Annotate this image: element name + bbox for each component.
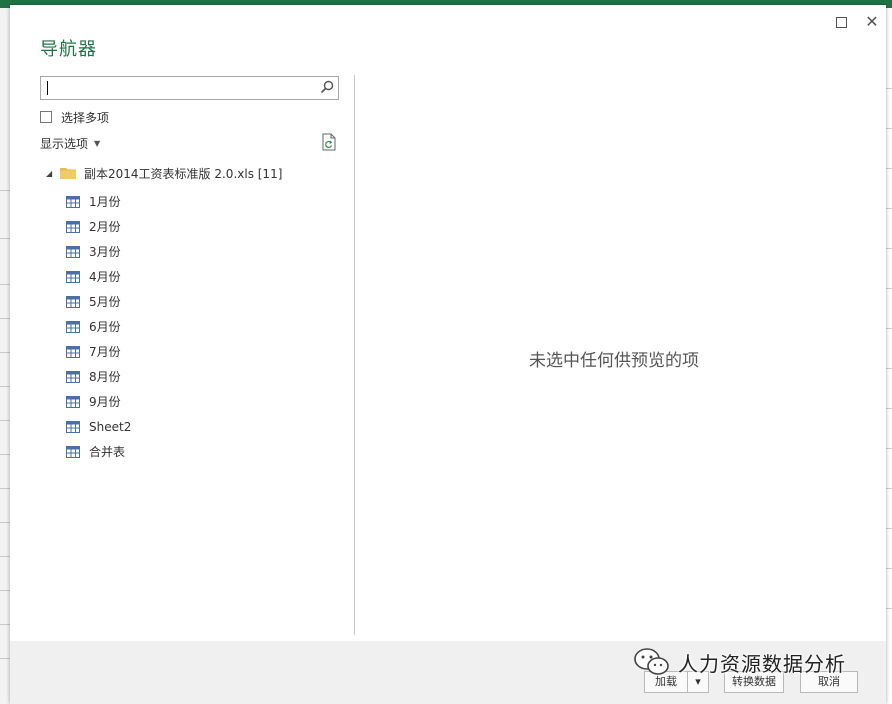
tree-item-label: 8月份 — [89, 370, 121, 384]
table-icon — [66, 445, 80, 458]
navigator-dialog: ✕ 导航器 选择多项 显示选项 ▼ ◢ 副本2014工资表标准版 2.0.xls… — [10, 5, 886, 704]
table-icon — [66, 320, 80, 333]
tree-item[interactable]: 6月份 — [66, 314, 131, 339]
text-cursor — [47, 81, 48, 95]
tree-item-label: 合并表 — [89, 445, 126, 459]
tree-item[interactable]: 1月份 — [66, 189, 131, 214]
tree-item-label: 9月份 — [89, 395, 121, 409]
tree-item[interactable]: Sheet2 — [66, 414, 131, 439]
tree-root-label: 副本2014工资表标准版 2.0.xls [11] — [84, 166, 283, 181]
preview-empty-message: 未选中任何供预览的项 — [529, 351, 699, 371]
maximize-icon — [835, 17, 847, 28]
search-box[interactable] — [40, 76, 339, 100]
tree-item-label: 5月份 — [89, 295, 121, 309]
wechat-icon — [634, 648, 669, 675]
select-multiple-label: 选择多项 — [61, 110, 110, 125]
folder-icon — [60, 168, 76, 179]
table-icon — [66, 395, 80, 408]
tree-item-label: 1月份 — [89, 195, 121, 209]
tree-item-label: 3月份 — [89, 245, 121, 259]
tree-item[interactable]: 5月份 — [66, 289, 131, 314]
search-icon[interactable] — [320, 80, 334, 94]
tree-item[interactable]: 7月份 — [66, 339, 131, 364]
select-multiple-row[interactable]: 选择多项 — [40, 109, 109, 125]
table-icon — [66, 295, 80, 308]
table-icon — [66, 370, 80, 383]
chevron-down-icon: ▼ — [94, 139, 101, 148]
tree-item[interactable]: 合并表 — [66, 439, 131, 464]
tree-root-file[interactable]: ◢ 副本2014工资表标准版 2.0.xls [11] — [46, 165, 282, 181]
tree-item[interactable]: 9月份 — [66, 389, 131, 414]
close-button[interactable]: ✕ — [863, 13, 881, 31]
tree-item-label: 7月份 — [89, 345, 121, 359]
table-icon — [66, 245, 80, 258]
tree-items-list: 1月份 2月份 3月份 4月份 5月份 6月份 7月份 8月份 9月份 Shee… — [66, 189, 131, 464]
table-icon — [66, 270, 80, 283]
excel-background-right — [885, 8, 892, 704]
watermark-text: 人力资源数据分析 — [678, 651, 846, 676]
search-input[interactable] — [45, 77, 319, 99]
table-icon — [66, 195, 80, 208]
tree-item[interactable]: 2月份 — [66, 214, 131, 239]
refresh-icon[interactable] — [321, 133, 337, 151]
excel-background-left — [0, 8, 10, 704]
tree-item-label: Sheet2 — [89, 419, 132, 434]
watermark: 人力资源数据分析 — [632, 646, 846, 678]
tree-item-label: 4月份 — [89, 270, 121, 284]
tree-item-label: 6月份 — [89, 320, 121, 334]
maximize-button[interactable] — [832, 13, 850, 31]
tree-item[interactable]: 8月份 — [66, 364, 131, 389]
table-icon — [66, 220, 80, 233]
display-options-dropdown[interactable]: 显示选项 ▼ — [40, 135, 100, 152]
display-options-label: 显示选项 — [40, 137, 89, 151]
dialog-title: 导航器 — [40, 39, 97, 60]
tree-item[interactable]: 4月份 — [66, 264, 131, 289]
select-multiple-checkbox[interactable] — [40, 111, 52, 123]
collapse-arrow-icon[interactable]: ◢ — [46, 169, 54, 178]
tree-item-label: 2月份 — [89, 220, 121, 234]
table-icon — [66, 420, 80, 433]
close-icon: ✕ — [865, 12, 879, 31]
tree-item[interactable]: 3月份 — [66, 239, 131, 264]
table-icon — [66, 345, 80, 358]
